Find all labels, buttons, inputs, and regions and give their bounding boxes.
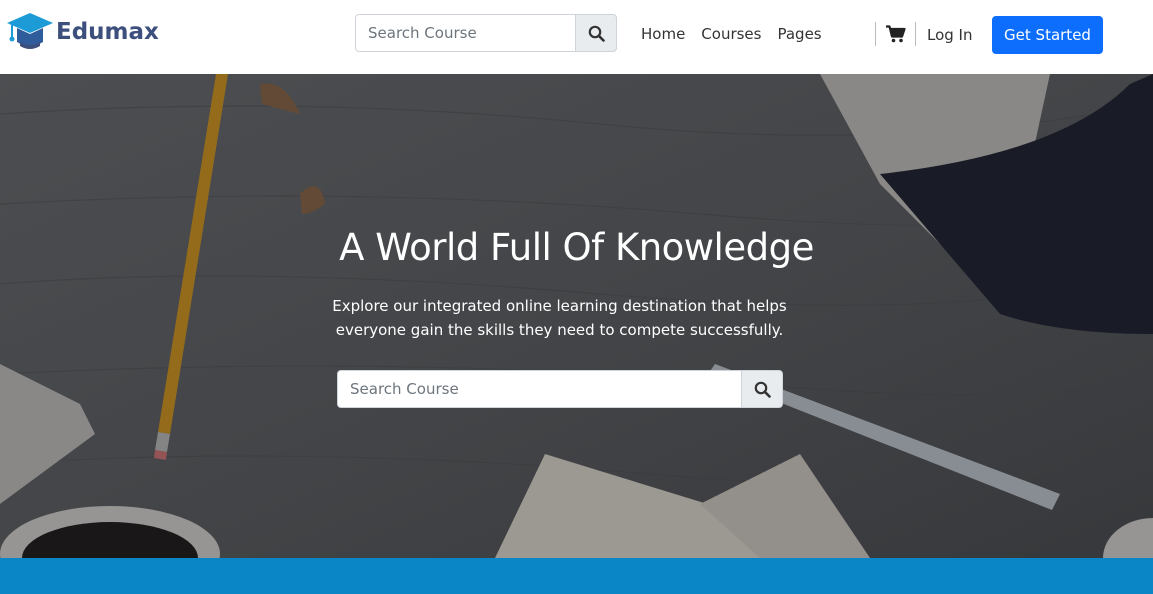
main-nav: Home Courses Pages [641,25,822,43]
brand-logo[interactable]: Edumax [6,12,159,54]
login-link[interactable]: Log In [927,26,973,44]
nav-divider [875,22,876,46]
search-icon [754,381,771,398]
bottom-band [0,558,1153,594]
site-header: Edumax Home Courses Pages Log In Get Sta… [0,0,1153,74]
nav-divider [915,22,916,46]
hero-section: A World Full Of Knowledge Explore our in… [0,74,1153,558]
header-search [355,14,617,52]
hero-search-input[interactable] [337,370,741,408]
brand-name: Edumax [56,19,159,45]
get-started-button[interactable]: Get Started [992,16,1103,54]
search-icon [588,25,605,42]
header-search-button[interactable] [575,14,617,52]
hero-search [337,370,783,408]
hero-subtitle: Explore our integrated online learning d… [332,297,787,339]
header-search-input[interactable] [355,14,575,52]
nav-home[interactable]: Home [641,25,685,43]
nav-pages[interactable]: Pages [777,25,821,43]
hero-title: A World Full Of Knowledge [339,226,814,269]
shopping-cart-icon[interactable] [886,25,906,43]
nav-courses[interactable]: Courses [701,25,761,43]
hero-search-button[interactable] [741,370,783,408]
graduation-cap-icon [7,13,53,49]
